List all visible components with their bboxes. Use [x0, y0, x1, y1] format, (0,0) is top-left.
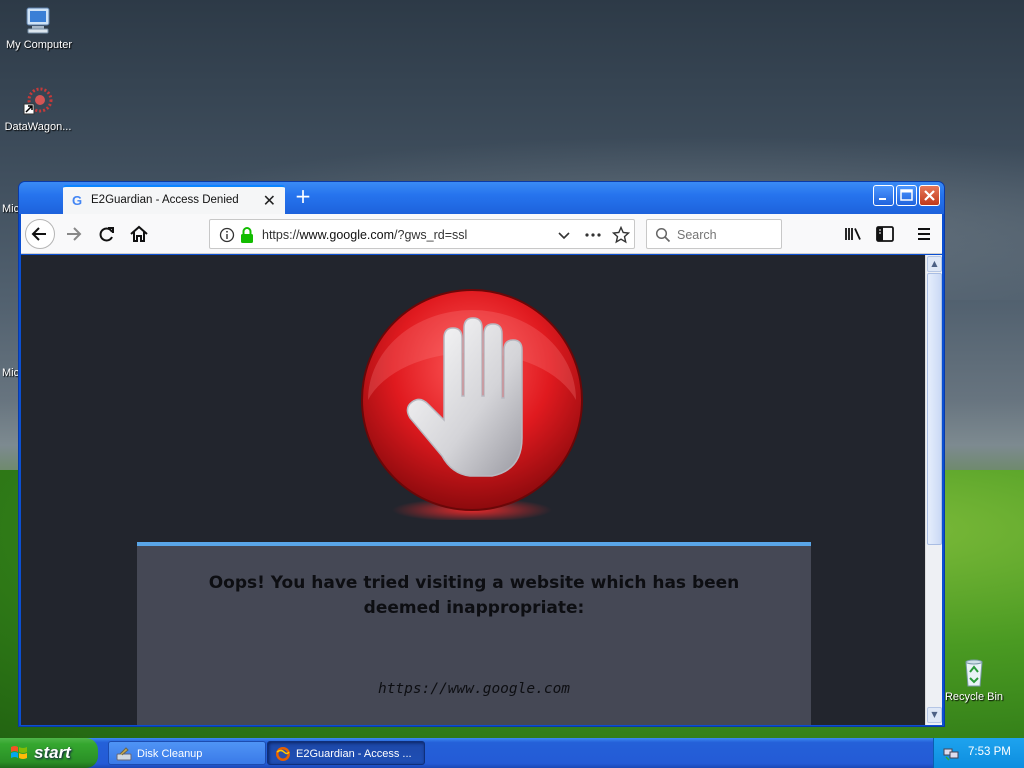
page-content: Oops! You have tried visiting a website … [21, 255, 925, 725]
start-label: start [34, 743, 71, 762]
reload-button[interactable] [93, 220, 121, 248]
forward-arrow-icon [67, 227, 82, 241]
desktop-icon-label: My Computer [5, 39, 73, 51]
desktop-icon-my-computer[interactable]: My Computer [2, 4, 76, 51]
windows-flag-icon [11, 746, 27, 759]
tab-close-button[interactable]: ✕ [263, 191, 276, 210]
scroll-up-button[interactable]: ▲ [927, 256, 942, 272]
maximize-icon [900, 189, 913, 201]
access-denied-box: Oops! You have tried visiting a website … [137, 542, 811, 725]
network-icon[interactable] [943, 745, 959, 761]
stop-hand-icon [358, 288, 590, 522]
page-actions-icon[interactable] [584, 228, 602, 242]
url-text[interactable]: https://www.google.com/?gws_rd=ssl [262, 228, 467, 242]
tab-title: E2Guardian - Access Denied [91, 194, 239, 206]
system-tray: 7:53 PM [933, 738, 1024, 768]
search-icon [655, 227, 671, 243]
bookmark-star-icon[interactable] [612, 226, 630, 244]
recycle-bin-icon [958, 656, 990, 688]
library-icon [845, 228, 861, 240]
search-input[interactable] [677, 226, 777, 244]
chevron-down-icon[interactable] [557, 228, 571, 242]
taskbar: start Disk Cleanup E2Guardian - Access .… [0, 738, 1024, 768]
clock[interactable]: 7:53 PM [968, 746, 1011, 758]
search-bar[interactable] [646, 219, 782, 249]
url-scheme: https:// [262, 228, 300, 242]
computer-icon [23, 4, 55, 36]
vertical-scrollbar[interactable]: ▲ ▼ [925, 255, 942, 725]
menu-button[interactable] [910, 220, 938, 248]
tab-e2guardian[interactable]: G E2Guardian - Access Denied ✕ [63, 185, 285, 214]
desktop-icon-label: DataWagon... [4, 121, 72, 133]
partial-desktop-label: Mic [2, 203, 20, 215]
reload-icon [99, 227, 114, 242]
blocked-url: https://www.google.com [377, 681, 571, 697]
back-button[interactable] [25, 219, 55, 249]
url-path: /?gws_rd=ssl [394, 228, 468, 242]
home-icon [130, 225, 148, 242]
info-icon[interactable] [219, 227, 235, 243]
browser-window: G E2Guardian - Access Denied ✕ + https:/… [18, 181, 945, 727]
partial-desktop-label: Mic [2, 367, 20, 379]
desktop-icon-datawagon[interactable]: DataWagon... [1, 86, 75, 133]
scroll-down-button[interactable]: ▼ [927, 707, 942, 723]
hamburger-menu-icon [918, 228, 930, 240]
close-icon [924, 190, 935, 201]
minimize-icon [879, 198, 886, 200]
taskbar-item-label: Disk Cleanup [137, 748, 203, 760]
desktop-icon-recycle-bin[interactable]: Recycle Bin [937, 656, 1011, 703]
taskbar-item-label: E2Guardian - Access ... [296, 748, 412, 760]
title-bar[interactable]: G E2Guardian - Access Denied ✕ + [19, 182, 944, 214]
disk-cleanup-icon [116, 747, 132, 761]
lock-icon[interactable] [239, 226, 255, 244]
url-bar[interactable]: https://www.google.com/?gws_rd=ssl [209, 219, 635, 249]
datawagon-icon [22, 86, 54, 118]
new-tab-button[interactable]: + [292, 185, 314, 209]
url-host: www.google.com [299, 228, 395, 242]
close-window-button[interactable] [919, 185, 940, 206]
minimize-button[interactable] [873, 185, 894, 206]
taskbar-item-disk-cleanup[interactable]: Disk Cleanup [108, 741, 266, 765]
navigation-toolbar: https://www.google.com/?gws_rd=ssl [21, 214, 942, 254]
maximize-button[interactable] [896, 185, 917, 206]
start-button[interactable]: start [0, 738, 98, 768]
desktop-icon-label: Recycle Bin [944, 691, 1004, 703]
library-button[interactable] [839, 220, 867, 248]
back-arrow-icon [31, 227, 46, 241]
scroll-thumb[interactable] [927, 273, 942, 545]
access-denied-message: Oops! You have tried visiting a website … [208, 573, 740, 618]
forward-button[interactable] [60, 220, 88, 248]
google-favicon-icon: G [72, 193, 83, 208]
sidebar-button[interactable] [871, 220, 899, 248]
home-button[interactable] [125, 220, 153, 248]
taskbar-item-e2guardian[interactable]: E2Guardian - Access ... [267, 741, 425, 765]
sidebar-icon [876, 226, 894, 242]
firefox-icon [276, 747, 290, 761]
